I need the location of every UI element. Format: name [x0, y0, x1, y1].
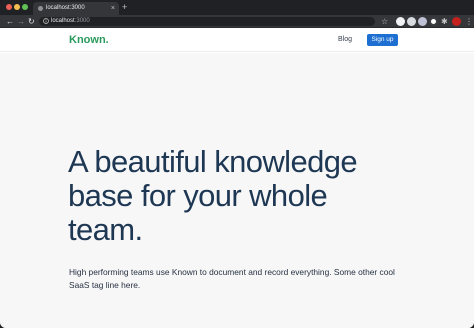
new-tab-button[interactable]: +	[122, 2, 127, 12]
browser-toolbar: ← → ↻ localhost:3000 ☆ ✱ ⋮	[0, 15, 474, 28]
tab-title: localhost:3000	[46, 5, 85, 11]
nav-link-blog[interactable]: Blog	[338, 35, 352, 45]
favicon-icon	[38, 6, 43, 11]
browser-tab[interactable]: localhost:3000 ×	[33, 2, 119, 15]
hero-tagline: High performing teams use Known to docum…	[69, 267, 395, 290]
url-host: localhost	[51, 18, 75, 24]
reload-button[interactable]: ↻	[28, 16, 35, 27]
site-logo[interactable]: Known.	[69, 33, 109, 47]
browser-menu-icon[interactable]: ⋮	[465, 16, 473, 27]
tab-strip: localhost:3000 × +	[0, 0, 474, 15]
extension-icon[interactable]	[407, 17, 416, 26]
info-icon[interactable]	[43, 18, 49, 24]
page-viewport: Known. Blog Sign up A beautiful knowledg…	[0, 28, 474, 328]
address-bar[interactable]: localhost:3000	[39, 17, 375, 26]
sign-up-button[interactable]: Sign up	[367, 34, 398, 46]
hero-section: A beautiful knowledge base for your whol…	[0, 53, 474, 328]
address-url: localhost:3000	[51, 17, 90, 26]
site-header: Known. Blog Sign up	[0, 28, 474, 52]
tab-close-icon[interactable]: ×	[111, 4, 115, 13]
profile-avatar[interactable]	[452, 17, 461, 26]
extension-icon[interactable]	[396, 17, 405, 26]
extension-icon[interactable]	[429, 17, 438, 26]
extension-icon[interactable]	[418, 17, 427, 26]
forward-button[interactable]: →	[17, 16, 25, 27]
close-window-button[interactable]	[6, 4, 12, 10]
maximize-window-button[interactable]	[22, 4, 28, 10]
minimize-window-button[interactable]	[14, 4, 20, 10]
back-button[interactable]: ←	[6, 16, 14, 27]
extensions-puzzle-icon[interactable]: ✱	[441, 16, 448, 27]
url-port: :3000	[74, 18, 90, 24]
browser-window: localhost:3000 × + ← → ↻ localhost:3000 …	[0, 0, 474, 328]
hero-headline: A beautiful knowledge base for your whol…	[68, 144, 358, 247]
bookmark-star-icon[interactable]: ☆	[381, 16, 388, 27]
